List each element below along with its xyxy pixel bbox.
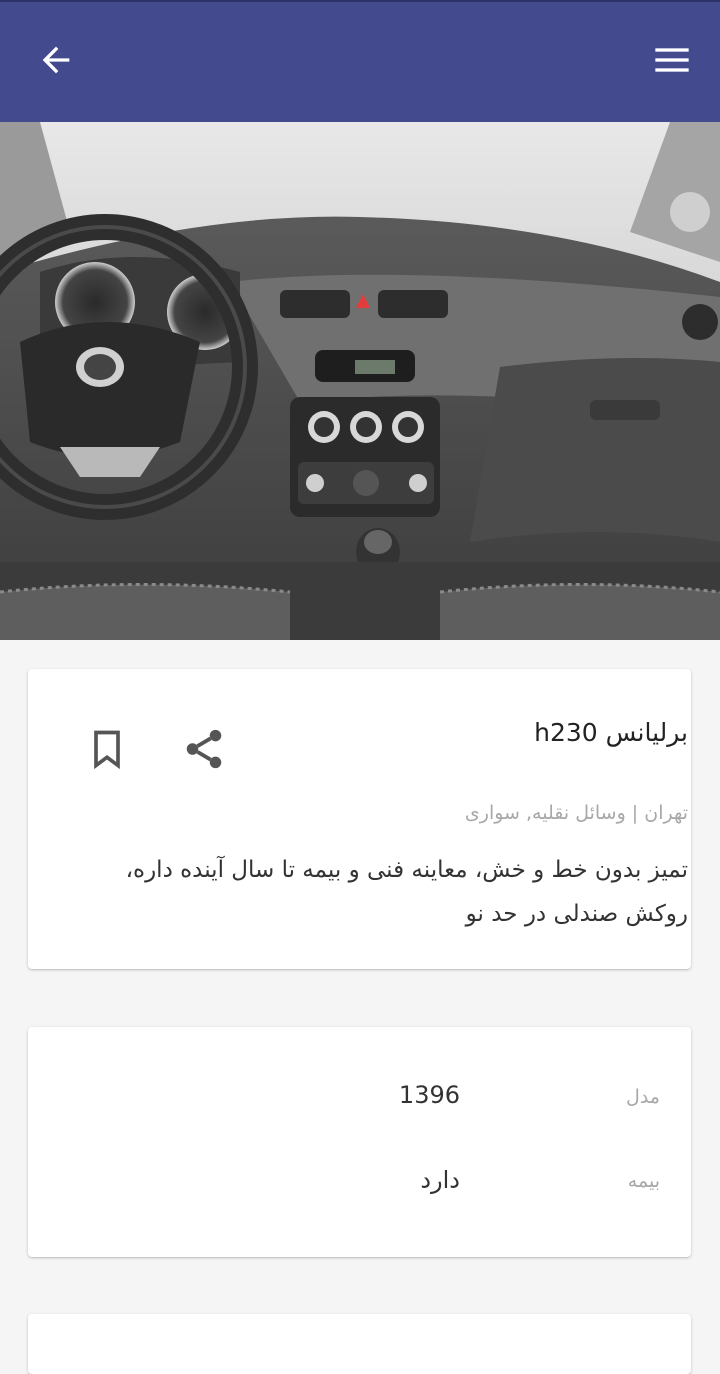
bookmark-icon — [94, 730, 120, 770]
spec-value-model: 1396 — [398, 1081, 460, 1109]
bookmark-button[interactable] — [79, 721, 135, 777]
hamburger-menu-icon — [655, 48, 689, 72]
spec-value-insurance: دارد — [420, 1166, 460, 1194]
listing-location-category: تهران | وسائل نقلیه, سواری — [464, 802, 688, 824]
spec-label-insurance: بیمه — [627, 1170, 660, 1192]
share-icon — [186, 729, 222, 769]
listing-description: تمیز بدون خط و خش، معاینه فنی و بیمه تا … — [125, 857, 688, 927]
listing-specs-card — [28, 1027, 691, 1257]
next-card — [28, 1314, 691, 1374]
menu-button[interactable] — [646, 38, 698, 82]
app-bar — [0, 0, 720, 122]
back-button[interactable] — [32, 38, 80, 82]
car-interior-dashboard-photo — [0, 122, 720, 640]
spec-label-model: مدل — [626, 1086, 660, 1108]
listing-photo[interactable] — [0, 122, 720, 640]
arrow-left-icon — [42, 46, 70, 74]
share-button[interactable] — [176, 721, 232, 777]
listing-title: برلیانس h230 — [534, 718, 688, 747]
